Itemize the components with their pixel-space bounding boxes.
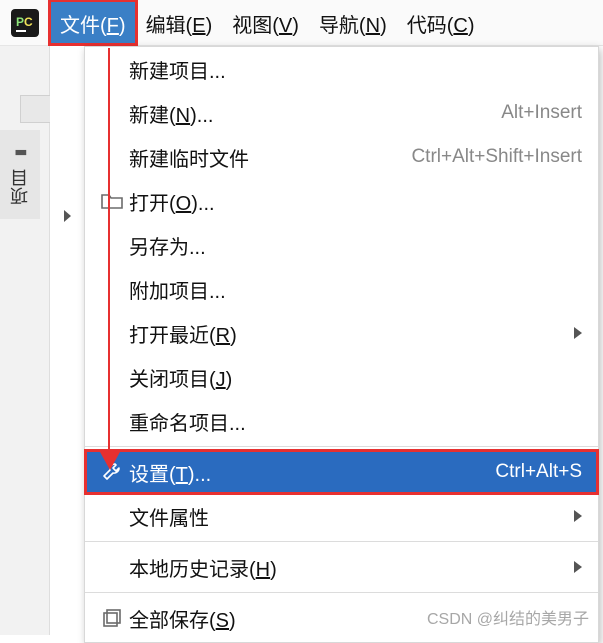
- save-all-icon: [95, 607, 129, 629]
- menu-item-shortcut: Alt+Insert: [501, 102, 582, 124]
- menu-item-关闭项目[interactable]: 关闭项目(J): [85, 355, 598, 399]
- tool-window-label: 项目: [7, 169, 33, 205]
- tool-window-tab-project[interactable]: 项目 ▮: [0, 130, 40, 219]
- submenu-arrow-icon: [574, 510, 582, 522]
- menu-item-label: 本地历史记录(H): [129, 553, 277, 582]
- menu-separator: [85, 446, 598, 447]
- menu-item-本地历史记录[interactable]: 本地历史记录(H): [85, 545, 598, 589]
- menubar-item-c[interactable]: 代码(C): [397, 1, 485, 44]
- app-logo-icon: P C: [10, 8, 40, 38]
- file-menu-dropdown: 新建项目... 新建(N)... Alt+Insert 新建临时文件 Ctrl+Alt+…: [84, 46, 599, 643]
- open-folder-icon: [95, 192, 129, 210]
- menu-separator: [85, 541, 598, 542]
- menu-item-新建[interactable]: 新建(N)... Alt+Insert: [85, 91, 598, 135]
- menu-item-打开[interactable]: 打开(O)...: [85, 179, 598, 223]
- menubar-item-e[interactable]: 编辑(E): [136, 1, 223, 44]
- menu-item-label: 设置(T)...: [129, 458, 211, 487]
- submenu-arrow-icon: [574, 327, 582, 339]
- menu-item-另存为[interactable]: 另存为...: [85, 223, 598, 267]
- menubar-item-v[interactable]: 视图(V): [222, 1, 309, 44]
- expand-triangle-icon[interactable]: [64, 210, 71, 222]
- menu-item-label: 附加项目...: [129, 275, 226, 304]
- folder-icon: ▮: [12, 149, 29, 157]
- menu-item-label: 新建临时文件: [129, 143, 249, 172]
- menu-item-label: 另存为...: [129, 231, 206, 260]
- menu-item-shortcut: Ctrl+Alt+Shift+Insert: [411, 146, 582, 168]
- menu-item-label: 打开(O)...: [129, 187, 215, 216]
- menubar-item-n[interactable]: 导航(N): [309, 1, 397, 44]
- menu-item-新建临时文件[interactable]: 新建临时文件 Ctrl+Alt+Shift+Insert: [85, 135, 598, 179]
- menu-item-附加项目[interactable]: 附加项目...: [85, 267, 598, 311]
- menu-item-label: 重命名项目...: [129, 407, 246, 436]
- menu-item-label: 新建项目...: [129, 55, 226, 84]
- menu-item-label: 文件属性: [129, 502, 209, 531]
- submenu-arrow-icon: [574, 561, 582, 573]
- menu-item-shortcut: Ctrl+Alt+S: [495, 461, 582, 483]
- menu-item-新建项目[interactable]: 新建项目...: [85, 47, 598, 91]
- menu-item-全部保存[interactable]: 全部保存(S): [85, 596, 598, 640]
- menu-item-label: 新建(N)...: [129, 99, 213, 128]
- menu-separator: [85, 592, 598, 593]
- menubar: P C 文件(F)编辑(E)视图(V)导航(N)代码(C): [0, 0, 603, 46]
- menu-item-打开最近[interactable]: 打开最近(R): [85, 311, 598, 355]
- menu-item-label: 全部保存(S): [129, 604, 236, 633]
- menu-item-重命名项目[interactable]: 重命名项目...: [85, 399, 598, 443]
- svg-text:C: C: [24, 15, 33, 29]
- svg-text:P: P: [16, 15, 24, 29]
- menu-item-设置[interactable]: 设置(T)... Ctrl+Alt+S: [85, 450, 598, 494]
- menu-item-label: 关闭项目(J): [129, 363, 232, 392]
- wrench-icon: [95, 461, 129, 483]
- menubar-item-f[interactable]: 文件(F): [50, 1, 136, 44]
- menu-item-文件属性[interactable]: 文件属性: [85, 494, 598, 538]
- menu-item-label: 打开最近(R): [129, 319, 237, 348]
